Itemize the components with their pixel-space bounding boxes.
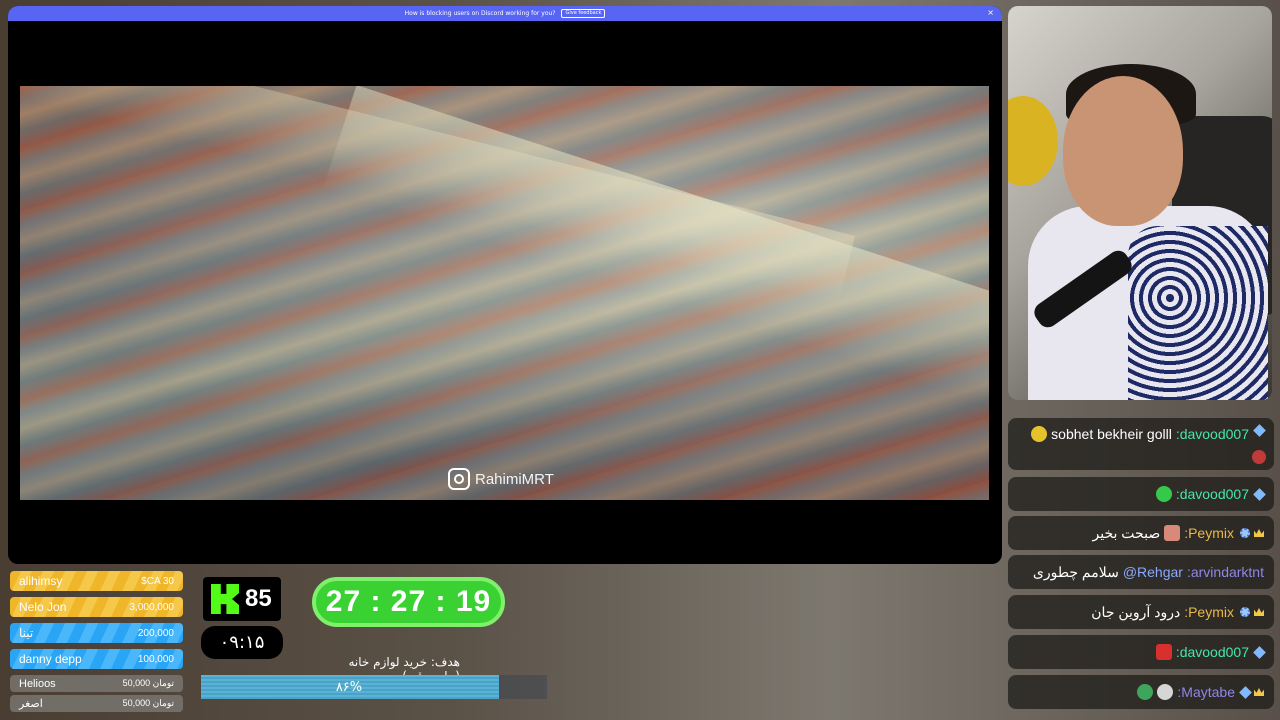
countdown-timer: 27 : 27 : 19 — [312, 577, 505, 627]
donor-name: Nelo Jon — [19, 600, 67, 614]
emote-icon — [1031, 426, 1048, 442]
kick-logo-icon — [211, 584, 239, 614]
donation-amount: $CA 30 — [141, 575, 174, 587]
instagram-icon — [448, 468, 470, 490]
donation-row: Helioos 50,000 تومان — [10, 675, 183, 692]
emote-icon — [1157, 684, 1174, 700]
emote-icon — [1164, 525, 1181, 541]
donor-name: تینا — [19, 626, 34, 640]
chat-text: درود آروین جان — [1091, 603, 1181, 620]
chat-mention[interactable]: @Rehgar — [1123, 564, 1183, 580]
donor-name: اصغر — [19, 698, 43, 710]
video-player[interactable]: RahimiMRT — [20, 86, 989, 500]
give-feedback-button[interactable]: Give feedback — [561, 9, 606, 18]
video-watermark: RahimiMRT — [448, 468, 554, 490]
goal-percent: ۸۶% — [335, 679, 363, 695]
diamond-badge-icon — [1253, 645, 1266, 659]
donation-amount: 50,000 تومان — [122, 698, 174, 708]
webcam-background-object — [1008, 96, 1058, 186]
watermark-text: RahimiMRT — [475, 470, 554, 488]
chat-username[interactable]: :arvindarktnt — [1187, 564, 1264, 580]
feedback-notice-bar: How is blocking users on Discord working… — [8, 6, 1002, 21]
donation-amount: 100,000 — [137, 653, 174, 665]
crown-badge-icon — [1254, 608, 1264, 616]
chat-username[interactable]: :davood007 — [1176, 486, 1249, 502]
chat-text: sobhet bekheir golll — [1051, 426, 1172, 442]
feedback-notice-text: How is blocking users on Discord working… — [404, 10, 556, 17]
goal-progress-bar: ۸۶% — [201, 675, 547, 699]
webcam-face — [1063, 76, 1183, 226]
close-icon[interactable]: × — [987, 8, 994, 17]
emote-icon — [1155, 644, 1172, 660]
viewer-count: 85 — [245, 585, 272, 612]
diamond-badge-icon — [1239, 685, 1252, 699]
donation-amount: 3,000,000 — [129, 601, 175, 613]
landscape-shade — [20, 86, 989, 500]
kick-viewer-count: 85 — [203, 577, 281, 621]
emote-icon — [1137, 684, 1154, 700]
donation-row: danny depp 100,000 — [10, 649, 183, 669]
chat-message: :davood007 — [1008, 477, 1274, 511]
donation-row: Nelo Jon 3,000,000 — [10, 597, 183, 617]
gear-badge-icon — [1240, 607, 1250, 617]
donor-name: alihimsy — [19, 574, 63, 588]
chat-username[interactable]: :Peymix — [1184, 525, 1234, 541]
chat-message: sobhet bekheir golll :davood007 — [1008, 418, 1274, 470]
emote-icon — [1155, 486, 1172, 502]
chat-username[interactable]: :Peymix — [1184, 604, 1234, 620]
donation-row: تینا 200,000 — [10, 623, 183, 643]
emote-icon — [1252, 450, 1266, 464]
chat-message: صبحت بخیر :Peymix — [1008, 516, 1274, 550]
chat-message: :davood007 — [1008, 635, 1274, 669]
chat-text: سلامم چطوری — [1032, 563, 1119, 580]
webcam-shirt-pattern — [1128, 226, 1268, 400]
diamond-badge-icon — [1253, 424, 1266, 437]
webcam-feed — [1008, 6, 1272, 400]
clock: ۰۹:۱۵ — [201, 626, 283, 659]
chat-message: سلامم چطوری @Rehgar :arvindarktnt — [1008, 555, 1274, 589]
donation-amount: 50,000 تومان — [122, 678, 174, 688]
donor-name: Helioos — [19, 677, 56, 690]
donation-amount: 200,000 — [137, 627, 174, 639]
chat-text: صبحت بخیر — [1092, 524, 1161, 541]
donor-name: danny depp — [19, 652, 82, 666]
chat-message: درود آروین جان :Peymix — [1008, 595, 1274, 629]
crown-badge-icon — [1254, 529, 1264, 537]
chat-message: :Maytabe — [1008, 675, 1274, 709]
crown-badge-icon — [1254, 688, 1264, 696]
donation-row: alihimsy $CA 30 — [10, 571, 183, 591]
gear-badge-icon — [1240, 528, 1250, 538]
chat-username[interactable]: :davood007 — [1176, 426, 1249, 442]
chat-username[interactable]: :davood007 — [1176, 644, 1249, 660]
stream-window: How is blocking users on Discord working… — [8, 6, 1002, 564]
donation-row: اصغر 50,000 تومان — [10, 695, 183, 712]
chat-username[interactable]: :Maytabe — [1177, 684, 1235, 700]
diamond-badge-icon — [1253, 487, 1266, 501]
